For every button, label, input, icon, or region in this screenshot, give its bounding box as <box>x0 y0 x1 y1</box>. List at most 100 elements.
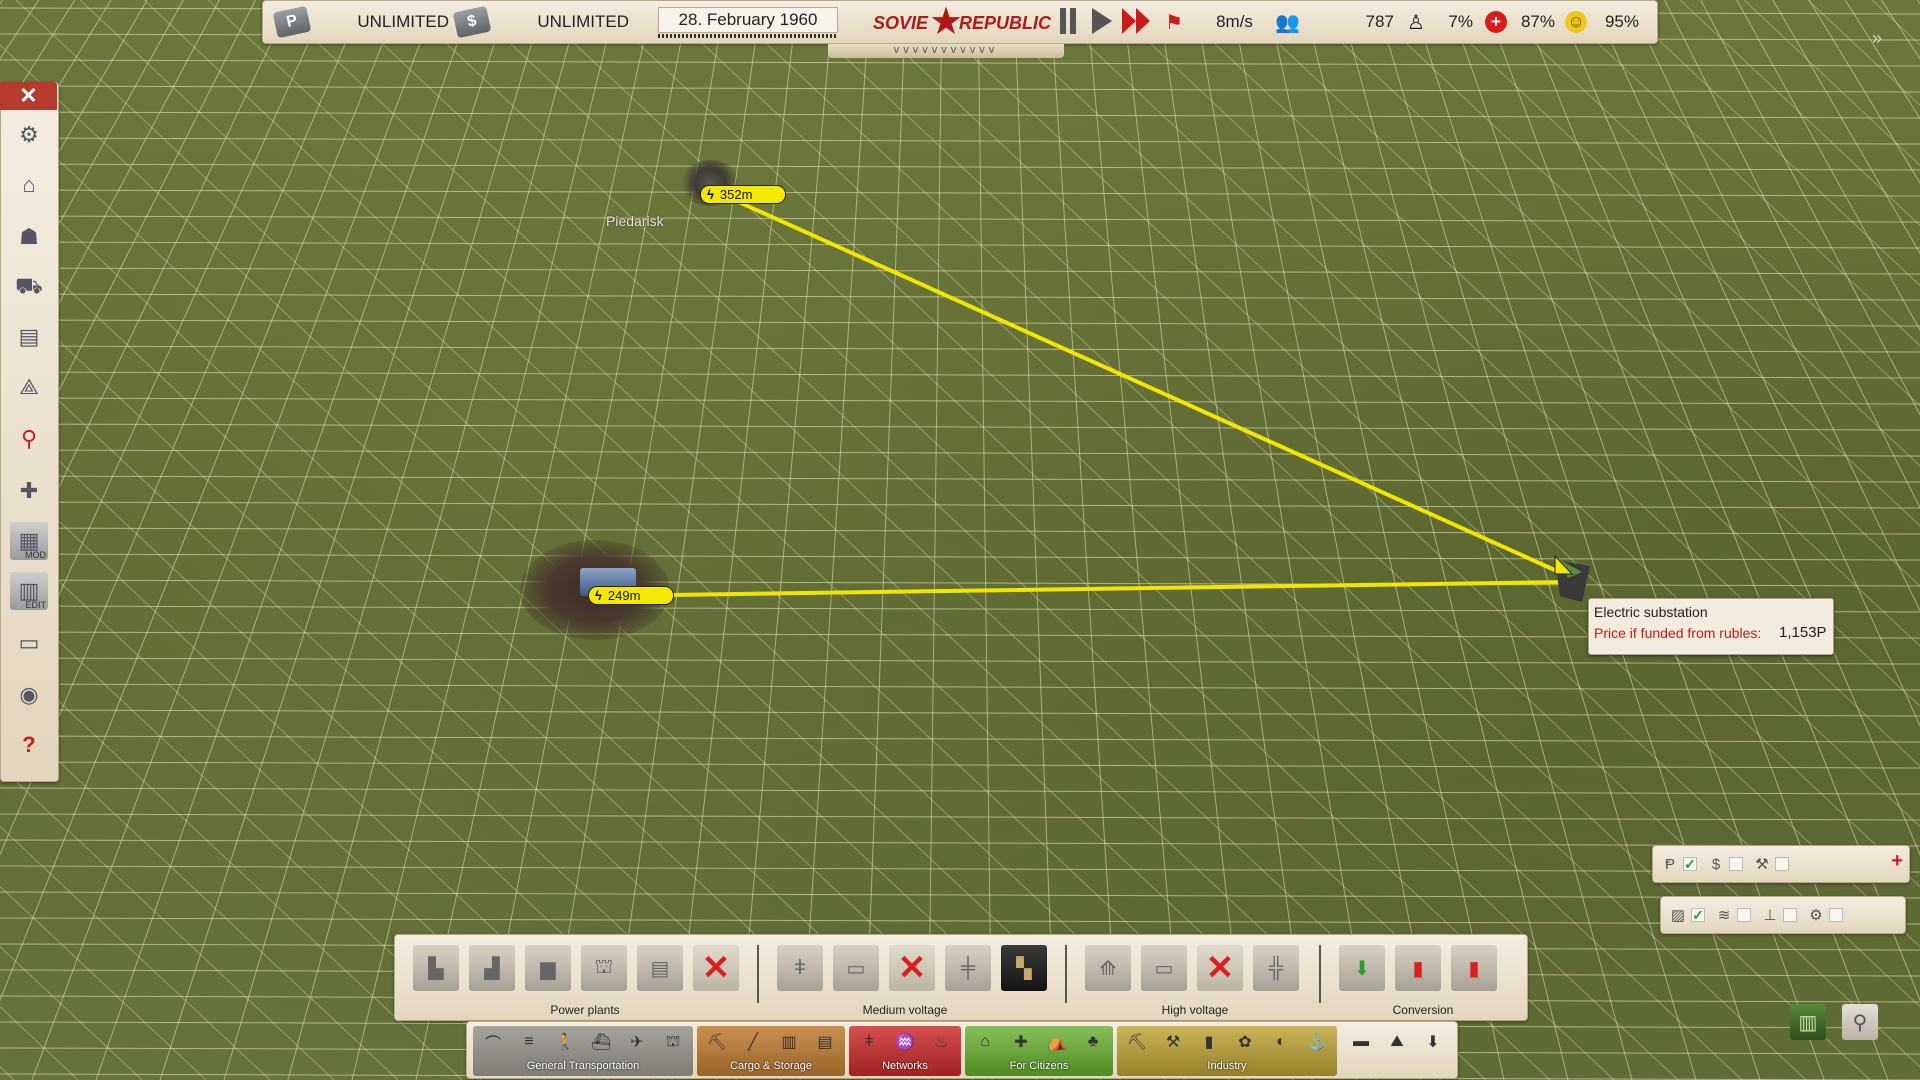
population-display[interactable]: 👥 787 <box>1269 5 1405 39</box>
hv-substation-button[interactable]: ▭ <box>1141 945 1187 991</box>
landscape-icon[interactable]: ⛰ <box>1381 1026 1413 1058</box>
sidebar-book-button[interactable]: ▤ <box>10 318 48 356</box>
building-icon: ⌂ <box>22 172 36 197</box>
power-lines-layer <box>667 196 1590 602</box>
rail-icon[interactable]: ≡ <box>513 1026 545 1058</box>
pause-button[interactable] <box>1055 7 1081 35</box>
workers-funding-checkbox[interactable] <box>1775 857 1789 871</box>
notifications-expander[interactable]: vvvvvvvvvvv <box>828 44 1064 58</box>
demolish-power-plant-button[interactable]: ✕ <box>693 945 739 991</box>
group-label-high-voltage: High voltage <box>1161 1003 1229 1017</box>
group-separator <box>1319 945 1321 1003</box>
sidebar-camera-button[interactable]: ◉ <box>10 676 48 714</box>
power-line-top <box>729 196 1569 578</box>
heating-icon[interactable]: ♨ <box>925 1026 957 1058</box>
hv-pylon-button[interactable]: ⟰ <box>1085 945 1131 991</box>
housing-icon[interactable]: ⌂ <box>969 1026 1001 1058</box>
sidebar-map-pin-button[interactable]: ⚲ <box>10 420 48 458</box>
mv-connection-button[interactable]: ╪ <box>945 945 991 991</box>
happiness-display[interactable]: ☺ 95% <box>1565 5 1645 39</box>
ship-icon[interactable]: ⛴ <box>585 1026 617 1058</box>
cargo-line-icon[interactable]: ╱ <box>737 1026 769 1058</box>
tank-icon[interactable]: ◐ <box>1265 1026 1297 1058</box>
search-button[interactable]: ⚲ <box>1842 1004 1878 1040</box>
mv-pylon-button[interactable]: ǂ <box>777 945 823 991</box>
sidebar-help-button[interactable]: ? <box>10 726 48 764</box>
power-plant-coal-button[interactable]: ▙ <box>413 945 459 991</box>
minimap-button[interactable]: ▥ <box>1790 1004 1826 1040</box>
power-plant-large-button[interactable]: ▆ <box>525 945 571 991</box>
nuclear-plant-button[interactable]: ⛫ <box>581 945 627 991</box>
build-category-bar: ⌒ ≡ 🚶 ⛴ ✈ ⛫ ⛏ ╱ ▥ ▤ ǂ ♒ ♨ ⌂ ✚ ⛺ ♣ ⛏ ⚒ ▮ … <box>466 1021 1458 1079</box>
play-button[interactable] <box>1089 7 1115 35</box>
crane-icon[interactable]: ⚓ <box>1301 1026 1333 1058</box>
hospital-icon[interactable]: ✚ <box>1005 1026 1037 1058</box>
conveyor-icon[interactable]: ⛏ <box>701 1026 733 1058</box>
windsock-icon: ⚑ <box>1165 11 1183 34</box>
conversion-hv-button[interactable]: ▮ <box>1451 945 1497 991</box>
collapse-right-icon[interactable]: » <box>1872 28 1882 49</box>
park-icon[interactable]: ♣ <box>1077 1026 1109 1058</box>
power-line-bottom <box>667 580 1569 597</box>
demolish-mv-button[interactable]: ✕ <box>889 945 935 991</box>
rubles-funding-checkbox[interactable]: ✓ <box>1683 856 1697 872</box>
oil-barrel-icon[interactable]: ▮ <box>1193 1026 1225 1058</box>
add-option-icon[interactable]: + <box>1891 850 1903 873</box>
wind-display[interactable]: ⚑ 8m/s <box>1159 5 1265 39</box>
storage-icon[interactable]: ▥ <box>773 1026 805 1058</box>
foundation-checkbox[interactable] <box>1783 908 1797 922</box>
unemployment-display[interactable]: ♙ 7% <box>1407 5 1477 39</box>
pedestrian-icon[interactable]: 🚶 <box>549 1026 581 1058</box>
tools-checkbox[interactable] <box>1829 908 1843 922</box>
water-icon[interactable]: ♒ <box>889 1026 921 1058</box>
sidebar-mod-building-button[interactable]: ▦ MOD <box>10 522 48 560</box>
sidebar-close-button[interactable]: ✕ <box>0 82 57 110</box>
power-plant-gas-button[interactable]: ▟ <box>469 945 515 991</box>
conversion-mv-button[interactable]: ▮ <box>1395 945 1441 991</box>
download-icon[interactable]: ⬇ <box>1417 1026 1449 1058</box>
warehouse-icon[interactable]: ▤ <box>809 1026 841 1058</box>
mine-icon[interactable]: ⛏ <box>1121 1026 1153 1058</box>
sidebar-network-button[interactable]: ⟁ <box>10 368 48 406</box>
farm-icon[interactable]: ✿ <box>1229 1026 1261 1058</box>
airplane-icon[interactable]: ✈ <box>621 1026 653 1058</box>
transformer-button[interactable]: ⬇ <box>1339 945 1385 991</box>
power-pylon-icon[interactable]: ǂ <box>853 1026 885 1058</box>
demolish-hv-button[interactable]: ✕ <box>1197 945 1243 991</box>
substation-placement-marker[interactable] <box>1554 554 1590 602</box>
sidebar-add-building-button[interactable]: ✚ <box>10 472 48 510</box>
wind-speed-value: 8m/s <box>1216 12 1253 31</box>
hv-switch-button[interactable]: ╬ <box>1253 945 1299 991</box>
terrain-checkbox[interactable]: ✓ <box>1691 907 1705 923</box>
terrain-tool-icon[interactable]: ▬ <box>1345 1026 1377 1058</box>
story-icon: ▭ <box>18 630 40 655</box>
group-label-conversion: Conversion <box>1392 1003 1454 1017</box>
dollars-funding-checkbox[interactable] <box>1729 857 1743 871</box>
dollars-icon: $ <box>452 5 492 39</box>
game-logo: SOVIE ★ REPUBLIC <box>873 3 1051 41</box>
unemployment-value: 7% <box>1448 12 1473 31</box>
electric-substation-button[interactable]: ▚ <box>1001 945 1047 991</box>
sidebar-building-button[interactable]: ⌂ <box>10 166 48 204</box>
sidebar-gear-button[interactable]: ⚙ <box>10 116 48 154</box>
sidebar-vehicles-button[interactable]: ⛟ <box>10 268 48 306</box>
rails-checkbox[interactable] <box>1737 908 1751 922</box>
sidebar-edit-building-button[interactable]: ▥ EDIT <box>10 572 48 610</box>
fast-forward-button[interactable] <box>1119 7 1153 35</box>
help-icon: ? <box>22 732 36 757</box>
coal-plant-icon: ▙ <box>428 957 444 980</box>
rubles-display[interactable]: P UNLIMITED <box>272 5 455 39</box>
mv-substation-button[interactable]: ▭ <box>833 945 879 991</box>
road-icon[interactable]: ⌒ <box>477 1026 509 1058</box>
solar-plant-button[interactable]: ▤ <box>637 945 683 991</box>
sidebar-workers-button[interactable]: ☗ <box>10 218 48 256</box>
sidebar-story-button[interactable]: ▭ <box>10 624 48 662</box>
cableway-icon[interactable]: ⛫ <box>657 1026 689 1058</box>
health-display[interactable]: + 87% <box>1485 5 1557 39</box>
factory-icon[interactable]: ⚒ <box>1157 1026 1189 1058</box>
health-cross-icon: + <box>1485 11 1507 33</box>
fast-forward-icon-2 <box>1136 8 1150 34</box>
electricity-build-panel: ▙ ▟ ▆ ⛫ ▤ ✕ ǂ ▭ ✕ ╪ ▚ ⟰ ▭ ✕ ╬ ⬇ ▮ ▮ Powe… <box>394 934 1528 1021</box>
dollars-display[interactable]: $ UNLIMITED <box>452 5 639 39</box>
shop-icon[interactable]: ⛺ <box>1041 1026 1073 1058</box>
